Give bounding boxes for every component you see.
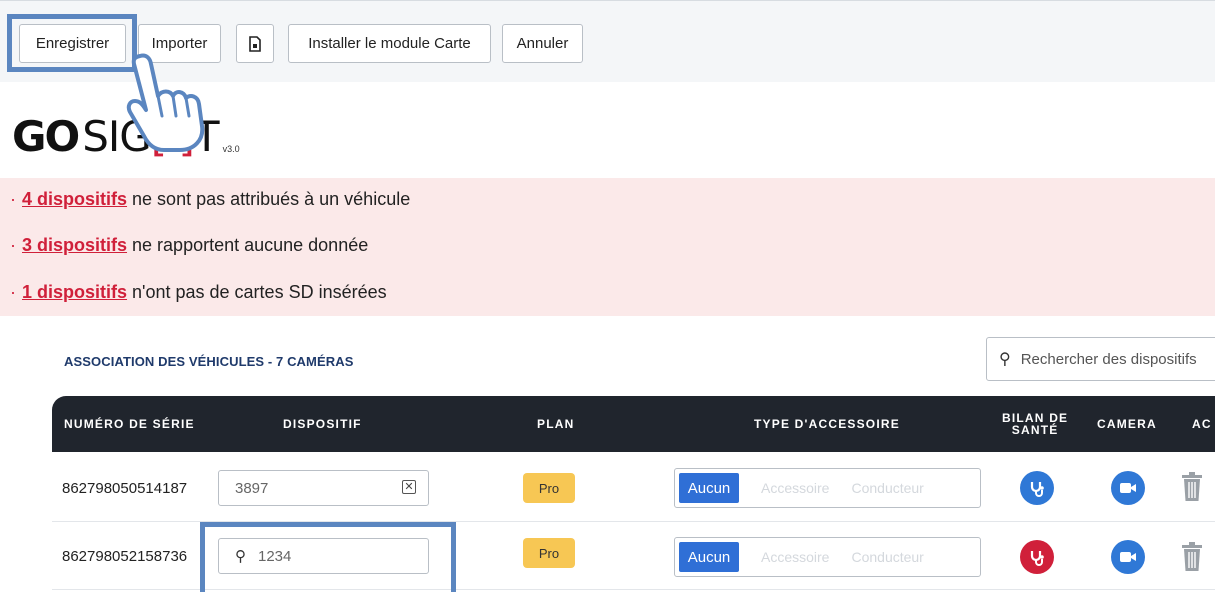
cancel-button[interactable]: Annuler: [502, 24, 583, 63]
col-accessory[interactable]: TYPE D'ACCESSOIRE: [754, 396, 900, 452]
col-serial[interactable]: NUMÉRO DE SÉRIE: [64, 396, 195, 452]
col-camera[interactable]: CAMERA: [1097, 396, 1157, 452]
logo-version: v3.0: [222, 144, 240, 154]
trash-icon[interactable]: [1181, 542, 1203, 572]
col-health[interactable]: BILAN DE SANTÉ: [1002, 396, 1068, 452]
col-device[interactable]: DISPOSITIF: [283, 396, 362, 452]
alert-unassigned: · 4 dispositifs ne sont pas attribués à un…: [10, 189, 411, 210]
accessory-option-accessory[interactable]: Accessoire: [761, 480, 829, 496]
col-plan[interactable]: PLAN: [537, 396, 574, 452]
alert-link[interactable]: 4 dispositifs: [22, 189, 127, 210]
stethoscope-icon: [1030, 551, 1044, 566]
table-row: 862798050514187 3897 ✕ Pro Aucun Accesso…: [52, 454, 1215, 522]
alert-text: ne rapportent aucune donnée: [132, 235, 369, 255]
device-value: 3897: [235, 479, 269, 497]
camera-button[interactable]: [1111, 540, 1145, 574]
device-search-input[interactable]: ⚲ Rechercher des dispositifs: [986, 337, 1215, 381]
accessory-type-toggle: Aucun Accessoire Conducteur: [674, 468, 981, 508]
alert-no-data: · 3 dispositifs ne rapportent aucune donné…: [10, 235, 369, 256]
serial-cell: 862798050514187: [62, 479, 188, 497]
hand-pointer-icon: [126, 53, 205, 152]
install-map-module-button[interactable]: Installer le module Carte: [288, 24, 491, 63]
video-camera-icon: [1120, 483, 1136, 493]
accessory-type-toggle: Aucun Accessoire Conducteur: [674, 537, 981, 577]
plan-badge[interactable]: Pro: [523, 538, 575, 568]
stethoscope-icon: [1030, 482, 1044, 497]
export-file-button[interactable]: [236, 24, 274, 63]
health-check-button[interactable]: [1020, 471, 1054, 505]
logo-go: GO: [12, 112, 80, 161]
alert-link[interactable]: 3 dispositifs: [22, 235, 127, 256]
col-health-line2: SANTÉ: [1011, 423, 1059, 437]
device-input[interactable]: 3897 ✕: [218, 470, 429, 506]
health-check-button[interactable]: [1020, 540, 1054, 574]
accessory-option-driver[interactable]: Conducteur: [851, 480, 923, 496]
accessory-option-none[interactable]: Aucun: [679, 473, 739, 503]
search-icon: ⚲: [999, 351, 1011, 368]
alert-link[interactable]: 1 dispositifs: [22, 282, 127, 303]
accessory-option-none[interactable]: Aucun: [679, 542, 739, 572]
video-camera-icon: [1120, 552, 1136, 562]
clear-icon[interactable]: ✕: [402, 480, 416, 494]
alert-no-sd: · 1 dispositifs n'ont pas de cartes SD ins…: [10, 282, 387, 303]
alert-text: n'ont pas de cartes SD insérées: [132, 282, 387, 302]
device-highlight-frame: [200, 522, 456, 592]
accessory-option-accessory[interactable]: Accessoire: [761, 549, 829, 565]
col-actions[interactable]: AC: [1192, 396, 1212, 452]
trash-icon[interactable]: [1181, 472, 1203, 502]
file-icon: [249, 35, 261, 52]
alert-panel: · 4 dispositifs ne sont pas attribués à un…: [0, 178, 1215, 316]
serial-cell: 862798052158736: [62, 547, 188, 565]
plan-badge[interactable]: Pro: [523, 473, 575, 503]
camera-button[interactable]: [1111, 471, 1145, 505]
table-header: NUMÉRO DE SÉRIE DISPOSITIF PLAN TYPE D'A…: [52, 396, 1215, 452]
search-placeholder: Rechercher des dispositifs: [1020, 350, 1197, 368]
alert-text: ne sont pas attribués à un véhicule: [132, 189, 411, 209]
accessory-option-driver[interactable]: Conducteur: [851, 549, 923, 565]
section-title: ASSOCIATION DES VÉHICULES - 7 CAMÉRAS: [64, 354, 354, 369]
